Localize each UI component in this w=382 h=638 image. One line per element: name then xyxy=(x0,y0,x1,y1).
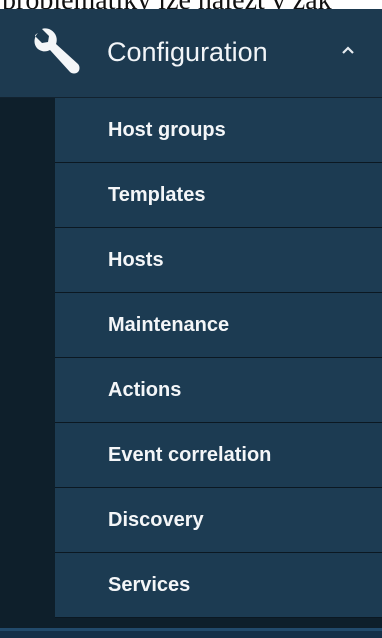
chevron-up-icon[interactable] xyxy=(341,45,355,55)
configuration-submenu: Host groups Templates Hosts Maintenance … xyxy=(0,98,382,628)
next-menu-section-edge xyxy=(0,628,382,638)
submenu-item-label: Hosts xyxy=(108,248,164,271)
wrench-icon xyxy=(34,28,80,74)
section-label: Configuration xyxy=(107,37,268,67)
submenu-item-maintenance[interactable]: Maintenance xyxy=(55,293,382,358)
menu-section-configuration[interactable]: Configuration xyxy=(0,9,382,98)
submenu-item-hosts[interactable]: Hosts xyxy=(55,228,382,293)
submenu-item-label: Host groups xyxy=(108,118,226,141)
submenu-item-label: Services xyxy=(108,573,191,596)
divider xyxy=(0,628,382,631)
submenu-item-services[interactable]: Services xyxy=(55,553,382,618)
submenu-item-label: Actions xyxy=(108,378,182,401)
submenu-item-event-correlation[interactable]: Event correlation xyxy=(55,423,382,488)
sidebar-menu: Configuration Host groups Templates Host… xyxy=(0,9,382,638)
submenu-item-label: Maintenance xyxy=(108,313,230,336)
submenu-item-label: Discovery xyxy=(108,508,204,531)
submenu-item-discovery[interactable]: Discovery xyxy=(55,488,382,553)
submenu-item-actions[interactable]: Actions xyxy=(55,358,382,423)
submenu-item-host-groups[interactable]: Host groups xyxy=(55,98,382,163)
submenu-item-templates[interactable]: Templates xyxy=(55,163,382,228)
submenu-item-label: Event correlation xyxy=(108,443,272,466)
submenu-item-label: Templates xyxy=(108,183,206,206)
